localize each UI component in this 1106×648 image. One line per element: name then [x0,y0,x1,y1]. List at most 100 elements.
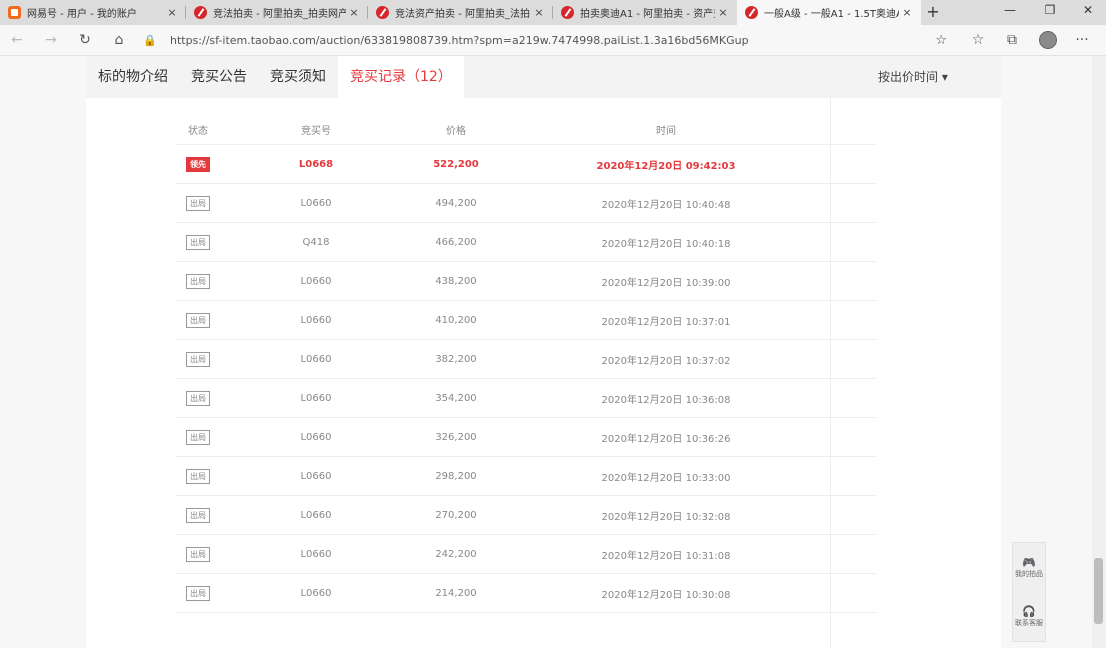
status-badge-cell: 领先 [176,145,220,183]
bid-price: 410,200 [435,314,477,326]
minimize-button[interactable]: — [1000,3,1020,17]
star-icon[interactable]: ☆ [935,33,947,48]
tab-bidding-notice[interactable]: 竞买须知 [270,56,326,98]
header-price: 价格 [446,125,466,137]
favorites-icon[interactable]: ☆ [968,30,988,50]
table-row: 出局 L0660 354,200 2020年12月20日 10:36:08 [176,379,876,418]
address-bar[interactable]: 🔒 https://sf-item.taobao.com/auction/633… [140,29,955,51]
close-window-button[interactable]: ✕ [1078,3,1098,17]
browser-tab-active[interactable]: 一般A级 - 一般A1 - 1.5T奥迪A1竞拍 × [737,0,921,25]
table-row: 出局 L0660 410,200 2020年12月20日 10:37:01 [176,301,876,340]
bid-price-cell: 522,200 [401,145,511,183]
site-favicon-icon [8,6,21,19]
bid-price: 522,200 [433,158,479,170]
bid-price-cell: 242,200 [401,535,511,573]
bid-time: 2020年12月20日 09:42:03 [596,160,736,172]
bid-time-cell: 2020年12月20日 10:40:18 [571,223,761,261]
bid-time: 2020年12月20日 10:40:48 [601,199,731,211]
bid-time: 2020年12月20日 10:33:00 [601,472,731,484]
browser-tab[interactable]: 网易号 - 用户 - 我的账户 × [0,0,186,25]
tab-item-intro[interactable]: 标的物介绍 [98,56,168,98]
browser-tab-strip: 网易号 - 用户 - 我的账户 × 竞法拍卖 - 阿里拍卖_拍卖网产 × 竞法资… [0,0,1106,25]
bid-price-cell: 270,200 [401,496,511,534]
side-widget: 🎮 我的拍品 🎧 联系客服 [1012,542,1046,642]
status-badge-cell: 出局 [176,418,220,456]
my-items-label: 我的拍品 [1015,569,1043,578]
refresh-button[interactable]: ↻ [75,30,95,50]
close-tab-icon[interactable]: × [164,6,180,19]
table-row: 出局 L0660 438,200 2020年12月20日 10:39:00 [176,262,876,301]
table-row: 出局 L0660 242,200 2020年12月20日 10:31:08 [176,535,876,574]
close-tab-icon[interactable]: × [715,6,731,19]
gamepad-icon: 🎮 [1022,555,1036,569]
status-badge: 出局 [186,351,210,367]
bid-price: 382,200 [435,353,477,365]
status-badge: 出局 [186,585,210,601]
profile-avatar[interactable] [1039,31,1057,49]
table-header: 状态 竞买号 价格 时间 [176,114,876,145]
tab-title: 竞法拍卖 - 阿里拍卖_拍卖网产 [213,9,346,20]
bid-time: 2020年12月20日 10:37:01 [601,316,731,328]
bid-price-cell: 214,200 [401,574,511,612]
my-items-button[interactable]: 🎮 我的拍品 [1013,543,1045,592]
bidder-id-cell: L0668 [271,145,361,183]
status-badge-cell: 出局 [176,184,220,222]
sort-by-bid-time-dropdown[interactable]: 按出价时间 ▾ [878,56,948,98]
bid-rows: 领先 L0668 522,200 2020年12月20日 09:42:03 出局 L066… [176,145,876,613]
tab-title: 网易号 - 用户 - 我的账户 [27,9,137,20]
tab-bid-records[interactable]: 竞买记录（12） [338,56,464,98]
status-badge: 出局 [186,546,210,562]
site-favicon-icon [561,6,574,19]
table-row: 领先 L0668 522,200 2020年12月20日 09:42:03 [176,145,876,184]
bid-price-cell: 494,200 [401,184,511,222]
table-row: 出局 L0660 494,200 2020年12月20日 10:40:48 [176,184,876,223]
bid-time: 2020年12月20日 10:30:08 [601,589,731,601]
status-badge: 出局 [186,273,210,289]
bid-time-cell: 2020年12月20日 10:37:02 [571,340,761,378]
browser-tab[interactable]: 拍卖奥迪A1 - 阿里拍卖 - 资产交易 × [553,0,737,25]
status-badge-cell: 出局 [176,496,220,534]
bidder-id-cell: L0660 [271,457,361,495]
status-badge: 出局 [186,195,210,211]
page-content: 标的物介绍 竞买公告 竞买须知 竞买记录（12） 按出价时间 ▾ 状态 竞买号 … [86,56,1001,648]
bidder-id-cell: L0660 [271,301,361,339]
tab-announcement[interactable]: 竞买公告 [191,56,247,98]
restore-button[interactable]: ❐ [1040,3,1060,17]
browser-tab[interactable]: 竞法资产拍卖 - 阿里拍卖_法拍 × [368,0,553,25]
close-tab-icon[interactable]: × [346,6,362,19]
new-tab-button[interactable]: + [922,2,944,21]
bidder-id-cell: L0660 [271,340,361,378]
close-tab-icon[interactable]: × [899,6,915,19]
bid-time-cell: 2020年12月20日 10:30:08 [571,574,761,612]
bidder-id-cell: L0660 [271,184,361,222]
bid-time-cell: 2020年12月20日 10:36:26 [571,418,761,456]
site-favicon-icon [376,6,389,19]
forward-button[interactable]: → [41,30,61,50]
table-row: 出局 L0660 270,200 2020年12月20日 10:32:08 [176,496,876,535]
bid-time: 2020年12月20日 10:36:08 [601,394,731,406]
table-row: 出局 L0660 326,200 2020年12月20日 10:36:26 [176,418,876,457]
back-button[interactable]: ← [7,30,27,50]
bid-price: 326,200 [435,431,477,443]
bidder-id: Q418 [302,236,330,248]
bid-price: 298,200 [435,470,477,482]
bidder-id: L0660 [300,548,332,560]
bid-time: 2020年12月20日 10:39:00 [601,277,731,289]
status-badge-cell: 出局 [176,574,220,612]
tab-title: 一般A级 - 一般A1 - 1.5T奥迪A1竞拍 [764,9,899,20]
settings-menu-button[interactable]: ··· [1072,30,1092,50]
collections-icon[interactable]: ⧉ [1002,30,1022,50]
scrollbar-thumb[interactable] [1094,558,1103,624]
url-text: https://sf-item.taobao.com/auction/63381… [170,33,749,47]
bidder-id: L0660 [300,587,332,599]
browser-tab[interactable]: 竞法拍卖 - 阿里拍卖_拍卖网产 × [186,0,368,25]
close-tab-icon[interactable]: × [531,6,547,19]
customer-service-button[interactable]: 🎧 联系客服 [1013,592,1045,641]
bid-price-cell: 438,200 [401,262,511,300]
bidder-id: L0660 [300,392,332,404]
home-button[interactable]: ⌂ [109,30,129,50]
bidder-id: L0660 [300,509,332,521]
bid-time-cell: 2020年12月20日 10:37:01 [571,301,761,339]
bidder-id-cell: L0660 [271,496,361,534]
bidder-id: L0660 [300,470,332,482]
